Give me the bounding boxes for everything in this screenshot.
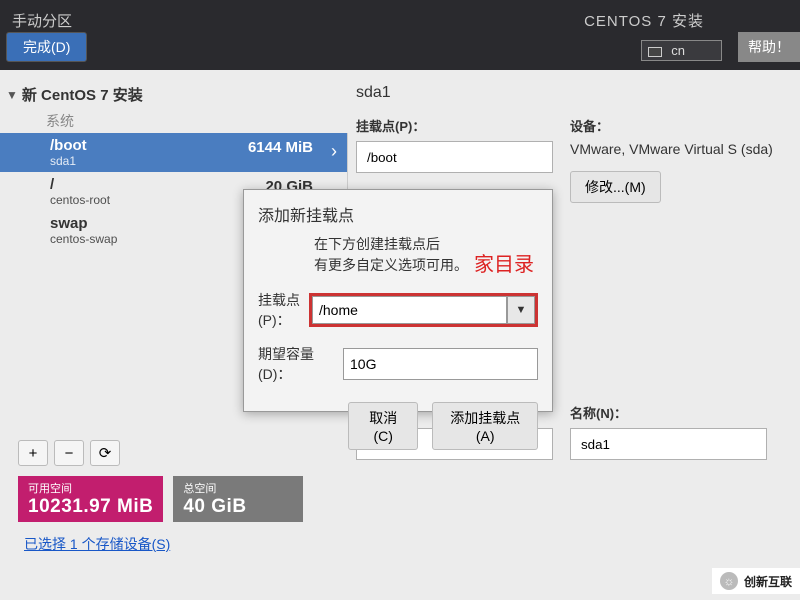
watermark-label: 创新互联 <box>744 573 792 590</box>
total-space-value: 40 GiB <box>183 496 293 518</box>
free-space-value: 10231.97 MiB <box>28 496 153 518</box>
modify-device-button[interactable]: 修改...(M) <box>570 171 661 203</box>
dialog-mount-combo[interactable]: ▼ <box>309 293 538 327</box>
watermark: ☼ 创新互联 <box>712 568 800 594</box>
dialog-capacity-label: 期望容量(D)： <box>258 344 343 384</box>
partition-detail-title: sda1 <box>356 84 784 102</box>
partition-item-boot[interactable]: /boot sda1 6144 MiB › <box>0 133 347 172</box>
chevron-right-icon: › <box>331 141 337 162</box>
total-space-box: 总空间 40 GiB <box>173 476 303 522</box>
reload-button[interactable]: ⟳ <box>90 440 120 466</box>
device-value: VMware, VMware Virtual S (sda) <box>570 141 784 157</box>
dialog-description: 在下方创建挂载点后 有更多自定义选项可用。 家目录 <box>258 234 538 276</box>
annotation-red: 家目录 <box>474 250 534 280</box>
install-header[interactable]: ▼ 新 CentOS 7 安装 <box>0 84 348 111</box>
name-input[interactable] <box>570 428 767 460</box>
page-title: 手动分区 <box>12 10 72 31</box>
add-partition-button[interactable]: + <box>18 440 48 466</box>
language-code: cn <box>671 43 685 58</box>
total-space-label: 总空间 <box>183 480 293 496</box>
free-space-label: 可用空间 <box>28 480 153 496</box>
mount-point-label: 挂载点(P)： <box>356 116 570 135</box>
watermark-icon: ☼ <box>720 572 738 590</box>
dialog-title: 添加新挂载点 <box>258 202 538 226</box>
install-header-label: 新 CentOS 7 安装 <box>22 84 143 105</box>
space-summary: 可用空间 10231.97 MiB 总空间 40 GiB <box>0 472 348 528</box>
done-button[interactable]: 完成(D) <box>6 32 87 62</box>
dialog-mount-input[interactable] <box>312 296 507 324</box>
name-label: 名称(N)： <box>570 403 784 422</box>
mount-point-input[interactable] <box>356 141 553 173</box>
dialog-mount-label: 挂载点(P)： <box>258 290 309 330</box>
language-selector[interactable]: cn <box>641 40 722 61</box>
dialog-desc-line2: 有更多自定义选项可用。 <box>314 257 468 273</box>
free-space-box: 可用空间 10231.97 MiB <box>18 476 163 522</box>
add-mountpoint-dialog: 添加新挂载点 在下方创建挂载点后 有更多自定义选项可用。 家目录 挂载点(P)：… <box>243 189 553 412</box>
storage-devices-link[interactable]: 已选择 1 个存储设备(S) <box>24 536 170 552</box>
group-label: 系统 <box>0 111 348 131</box>
keyboard-icon <box>648 47 662 57</box>
cancel-button[interactable]: 取消(C) <box>348 402 418 450</box>
dialog-desc-line1: 在下方创建挂载点后 <box>314 236 440 252</box>
partition-device: sda1 <box>50 154 337 168</box>
remove-partition-button[interactable]: − <box>54 440 84 466</box>
dropdown-icon[interactable]: ▼ <box>507 296 535 324</box>
device-label: 设备： <box>570 116 784 135</box>
topbar: 手动分区 完成(D) CENTOS 7 安装 cn 帮助！ <box>0 0 800 70</box>
install-title: CENTOS 7 安装 <box>584 10 704 31</box>
collapse-icon: ▼ <box>6 88 18 102</box>
storage-link-row: 已选择 1 个存储设备(S) <box>0 528 348 554</box>
partition-size: 6144 MiB <box>248 139 313 156</box>
help-button[interactable]: 帮助！ <box>738 32 800 62</box>
dialog-capacity-input[interactable] <box>343 348 538 380</box>
add-mountpoint-button[interactable]: 添加挂载点(A) <box>432 402 538 450</box>
